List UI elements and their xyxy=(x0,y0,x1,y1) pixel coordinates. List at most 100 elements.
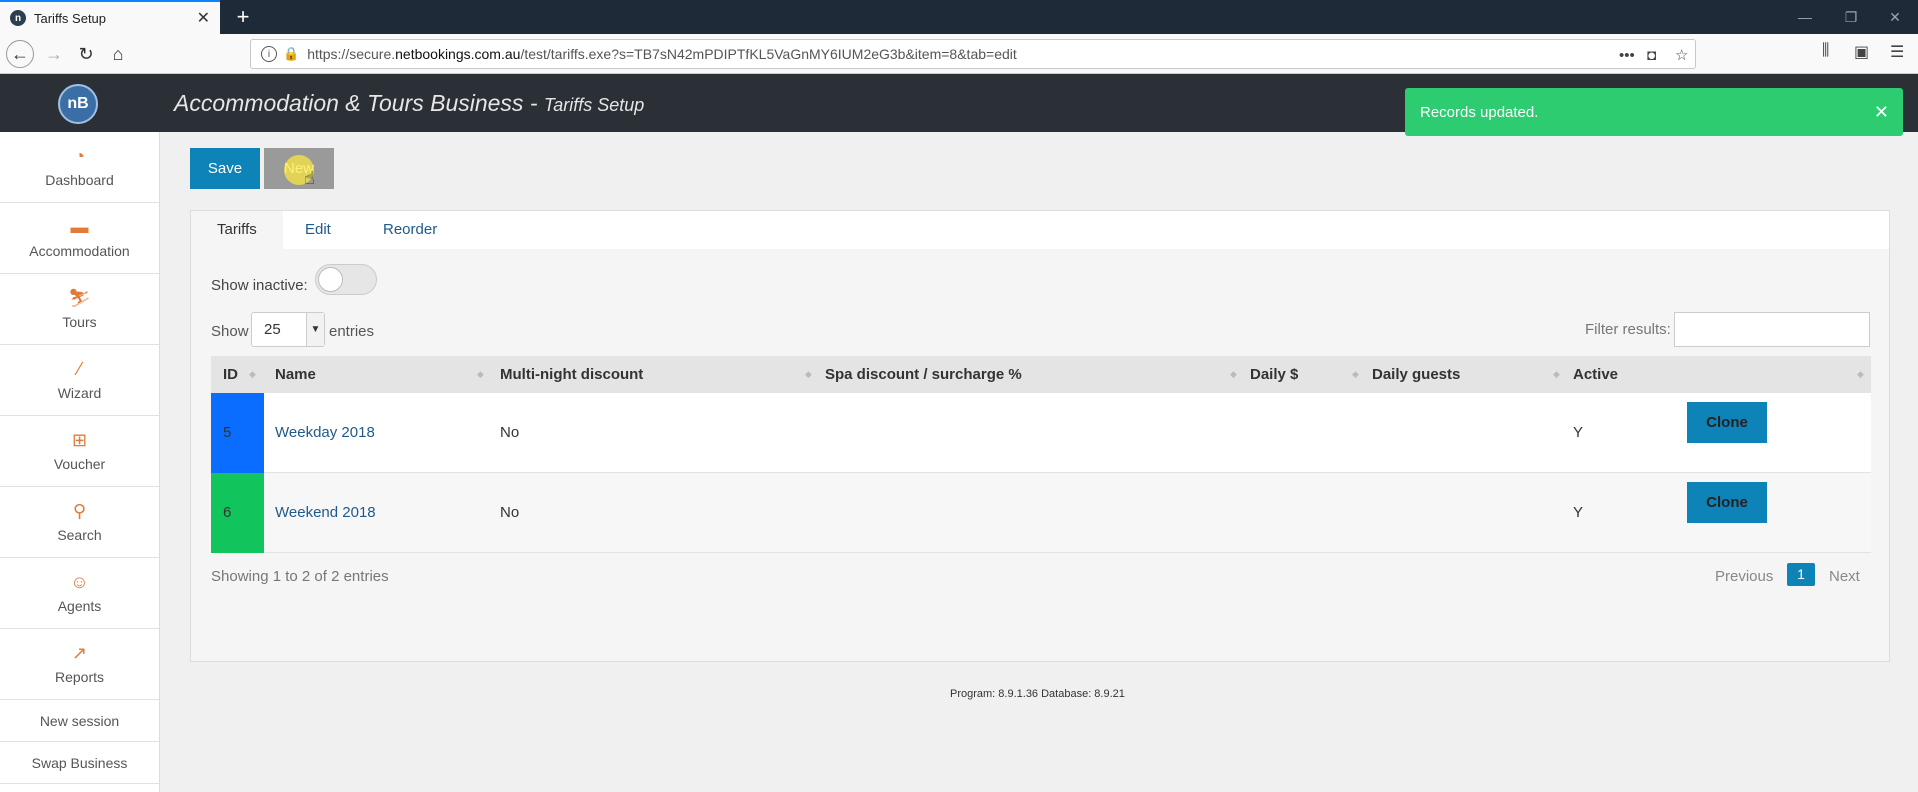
multi-night-cell: No xyxy=(500,504,520,521)
show-inactive-label: Show inactive: xyxy=(211,277,308,294)
page-title: Accommodation & Tours Business - Tariffs… xyxy=(174,90,645,116)
tariffs-table: ID ◆ Name ◆ Multi-night discount ◆ Spa d… xyxy=(211,356,1871,553)
search-icon: ⚲ xyxy=(72,501,87,521)
sidebar-item-label: Dashboard xyxy=(45,172,114,188)
chart-icon: ↗ xyxy=(71,643,88,663)
sidebar-toggle-icon[interactable]: ▣ xyxy=(1854,42,1869,62)
more-actions-icon[interactable]: ••• xyxy=(1619,40,1635,70)
column-header-name[interactable]: Name xyxy=(275,356,316,393)
window-close-icon[interactable]: ✕ xyxy=(1872,0,1918,34)
tariff-name-link[interactable]: Weekend 2018 xyxy=(275,473,376,553)
wand-icon: ⁄ xyxy=(77,359,81,379)
show-inactive-toggle[interactable] xyxy=(315,264,377,295)
toast-close-icon[interactable]: ✕ xyxy=(1874,102,1889,123)
sidebar-item-label: Accommodation xyxy=(29,243,130,259)
sidebar-item-tours[interactable]: ⛷ Tours xyxy=(0,274,159,345)
site-info-icon[interactable]: i xyxy=(261,46,277,62)
sidebar-item-label: Voucher xyxy=(53,456,106,472)
back-icon[interactable]: ← xyxy=(6,40,34,68)
browser-tab[interactable]: n Tariffs Setup ✕ xyxy=(0,0,220,34)
clone-button[interactable]: Clone xyxy=(1687,482,1767,523)
column-header-daily[interactable]: Daily $ xyxy=(1250,356,1298,393)
sidebar-item-voucher[interactable]: ⊞ Voucher xyxy=(0,416,159,487)
column-header-id[interactable]: ID xyxy=(223,356,238,393)
sidebar-item-new-session[interactable]: New session xyxy=(0,700,159,742)
sort-icon[interactable]: ◆ xyxy=(1553,356,1560,393)
sidebar-item-search[interactable]: ⚲ Search xyxy=(0,487,159,558)
table-header: ID ◆ Name ◆ Multi-night discount ◆ Spa d… xyxy=(211,356,1871,393)
save-button[interactable]: Save xyxy=(190,148,260,189)
sidebar-item-label: Agents xyxy=(57,598,102,614)
column-header-active[interactable]: Active xyxy=(1573,356,1618,393)
sort-icon[interactable]: ◆ xyxy=(249,356,256,393)
show-label: Show xyxy=(211,323,249,340)
tab-bar: Tariffs Edit Reorder xyxy=(191,211,1889,249)
sidebar-item-label: Swap Business xyxy=(31,754,128,771)
sort-icon[interactable]: ◆ xyxy=(805,356,812,393)
restore-icon[interactable]: ❐ xyxy=(1828,0,1874,34)
lock-icon: 🔒 xyxy=(283,46,300,61)
sidebar-item-wizard[interactable]: ⁄ Wizard xyxy=(0,345,159,416)
table-row[interactable]: 6 Weekend 2018 No Y Clone xyxy=(211,473,1871,553)
success-toast: Records updated. ✕ xyxy=(1405,88,1903,136)
column-header-multi-night[interactable]: Multi-night discount xyxy=(500,356,643,393)
agent-icon: ☺ xyxy=(70,572,89,592)
browser-nav-bar: ← → ↻ ⌂ i 🔒 https://secure.netbookings.c… xyxy=(0,34,1918,74)
tab-close-icon[interactable]: ✕ xyxy=(197,8,210,28)
toast-message: Records updated. xyxy=(1420,103,1539,121)
new-tab-icon[interactable]: + xyxy=(230,4,256,30)
forward-icon[interactable]: → xyxy=(40,40,68,68)
bookmark-star-icon[interactable]: ☆ xyxy=(1675,40,1688,70)
sort-icon[interactable]: ◆ xyxy=(1352,356,1359,393)
active-cell: Y xyxy=(1573,424,1584,441)
menu-icon[interactable]: ☰ xyxy=(1890,42,1904,62)
library-icon[interactable]: ⫼ xyxy=(1822,42,1829,60)
column-header-spa[interactable]: Spa discount / surcharge % xyxy=(825,356,1022,393)
sidebar-item-accommodation[interactable]: ▬ Accommodation xyxy=(0,203,159,274)
previous-page-button[interactable]: Previous xyxy=(1715,568,1773,585)
chevron-down-icon: ▼ xyxy=(306,313,324,346)
sidebar-item-swap-business[interactable]: Swap Business xyxy=(0,742,159,784)
tab-edit[interactable]: Edit xyxy=(279,211,357,249)
sidebar: ◔ Dashboard ▬ Accommodation ⛷ Tours ⁄ Wi… xyxy=(0,132,160,792)
filter-input[interactable] xyxy=(1674,312,1870,347)
sidebar-item-label: Tours xyxy=(62,314,97,330)
multi-night-cell: No xyxy=(500,424,520,441)
current-page-button[interactable]: 1 xyxy=(1787,563,1815,586)
entries-label: entries xyxy=(329,323,375,340)
page-subtitle: Tariffs Setup xyxy=(543,95,645,115)
sidebar-item-reports[interactable]: ↗ Reports xyxy=(0,629,159,700)
entries-select[interactable]: 25 ▼ xyxy=(251,312,325,347)
column-header-daily-guests[interactable]: Daily guests xyxy=(1372,356,1460,393)
reload-icon[interactable]: ↻ xyxy=(72,40,100,68)
browser-tab-title: Tariffs Setup xyxy=(34,10,107,26)
browser-tab-bar: n Tariffs Setup ✕ + — ❐ ✕ xyxy=(0,0,1918,34)
sort-icon[interactable]: ◆ xyxy=(1230,356,1237,393)
toggle-knob xyxy=(318,267,343,292)
clone-button[interactable]: Clone xyxy=(1687,402,1767,443)
sidebar-item-label: Reports xyxy=(54,669,105,685)
home-icon[interactable]: ⌂ xyxy=(104,40,132,68)
entries-value: 25 xyxy=(264,321,281,338)
sort-icon[interactable]: ◆ xyxy=(477,356,484,393)
sidebar-item-dashboard[interactable]: ◔ Dashboard xyxy=(0,132,159,203)
pocket-icon[interactable]: ◘ xyxy=(1647,40,1656,70)
sidebar-item-agents[interactable]: ☺ Agents xyxy=(0,558,159,629)
sidebar-item-label: Wizard xyxy=(57,385,102,401)
next-page-button[interactable]: Next xyxy=(1829,568,1860,585)
tab-reorder[interactable]: Reorder xyxy=(357,211,463,249)
minimize-icon[interactable]: — xyxy=(1782,0,1828,34)
hiker-icon: ⛷ xyxy=(68,288,91,308)
filter-label: Filter results: xyxy=(1585,321,1671,338)
url-bar[interactable]: i 🔒 https://secure.netbookings.com.au/te… xyxy=(250,39,1696,69)
tab-tariffs[interactable]: Tariffs xyxy=(191,211,283,249)
gauge-icon: ◔ xyxy=(74,146,85,166)
bed-icon: ▬ xyxy=(70,217,89,237)
row-id: 6 xyxy=(211,473,264,553)
table-row[interactable]: 5 Weekday 2018 No Y Clone xyxy=(211,393,1871,473)
tariff-name-link[interactable]: Weekday 2018 xyxy=(275,393,375,473)
app-logo[interactable]: nB xyxy=(58,84,98,124)
url-text: https://secure.netbookings.com.au/test/t… xyxy=(307,46,1017,62)
sort-icon[interactable]: ◆ xyxy=(1857,356,1864,393)
hand-cursor-icon: ☝ xyxy=(304,168,315,188)
